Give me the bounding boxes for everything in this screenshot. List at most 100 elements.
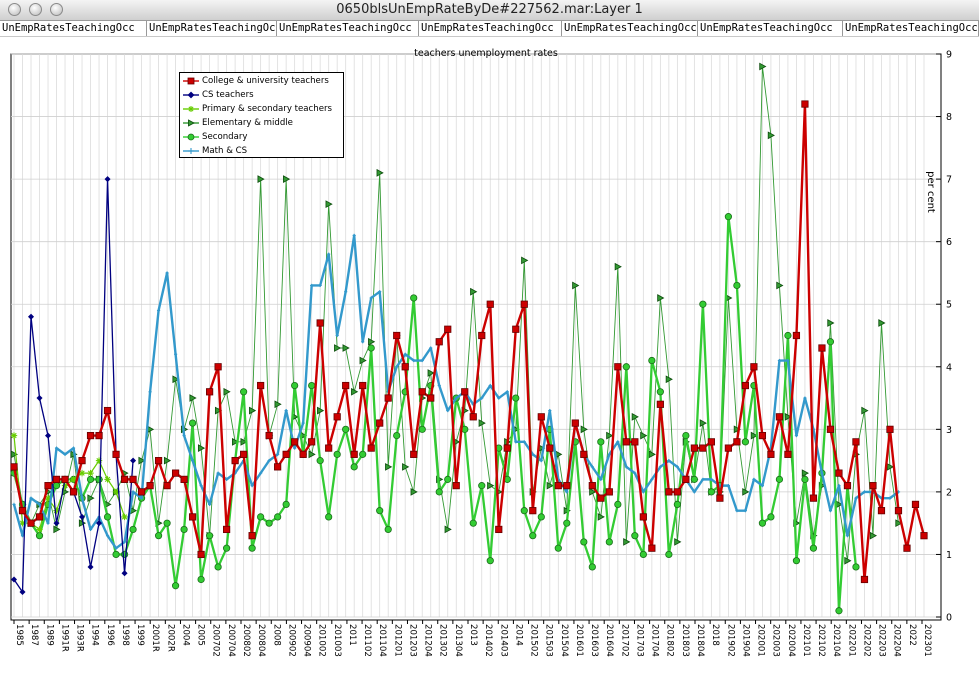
data-point [61, 475, 69, 483]
legend-swatch [183, 77, 199, 85]
data-point [801, 475, 809, 483]
data-point [512, 394, 520, 402]
layer-tab[interactable]: UnEmpRatesTeachingOcc [562, 21, 698, 36]
y-axis-label: per cent [925, 171, 936, 213]
y-tick-label: 5 [946, 300, 952, 311]
data-point [682, 475, 690, 483]
x-tick-label: 202101 [801, 624, 811, 657]
data-point [631, 438, 639, 446]
data-point [120, 475, 129, 483]
layer-tab[interactable]: UnEmpRatesTeachingOcc [698, 21, 843, 36]
data-point [758, 519, 767, 527]
legend-entry: Secondary [180, 130, 343, 144]
legend-entry: Elementary & middle [180, 116, 343, 130]
data-point [52, 475, 61, 483]
data-point [852, 563, 860, 571]
data-point [325, 444, 333, 452]
data-point [435, 338, 443, 346]
data-point [580, 538, 588, 546]
data-point [188, 419, 197, 427]
x-tick-label: 2008 [271, 624, 281, 646]
data-point [35, 532, 44, 540]
data-point [376, 419, 384, 427]
chart-canvas: 0 1 2 3 4 5 6 7 8 9 1985 1987 1989 1991R 1993R 1994 199… [10, 48, 952, 657]
data-point [44, 482, 52, 490]
data-point [95, 431, 103, 440]
layer-tab[interactable]: UnEmpRatesTeachingOcc [277, 21, 419, 36]
x-tick-label: 200804 [256, 624, 266, 657]
x-tick-label: 201804 [695, 624, 705, 657]
data-point [469, 519, 477, 527]
data-point [452, 482, 460, 490]
data-point [461, 388, 469, 396]
x-tick-label: 2011 [347, 624, 357, 646]
data-point [690, 475, 698, 483]
data-point [546, 444, 554, 452]
x-tick-label: 1991R [59, 624, 69, 652]
legend-label: Secondary [202, 132, 248, 142]
data-point [393, 431, 401, 440]
x-tick-label: 200902 [286, 624, 296, 657]
data-point [248, 532, 256, 540]
data-point [188, 513, 197, 521]
data-point [367, 444, 375, 452]
x-tick-label: 1996 [105, 624, 115, 646]
x-tick-label: 200704 [226, 624, 236, 657]
legend-label: Primary & secondary teachers [202, 104, 333, 114]
data-point [274, 463, 282, 471]
layer-tab[interactable]: UnEmpRatesTeachingOcc [0, 21, 147, 36]
data-point [171, 469, 180, 477]
data-point [520, 507, 528, 515]
data-point [563, 482, 571, 490]
data-point [554, 482, 562, 490]
x-tick-label: 200802 [241, 624, 251, 657]
x-tick-label: 201503 [544, 624, 554, 657]
legend-label: Math & CS [202, 146, 248, 156]
data-point [894, 507, 903, 515]
data-point [750, 363, 758, 371]
x-tick-label: 2001R [150, 624, 160, 652]
layer-tab[interactable]: UnEmpRatesTeachingOcc [843, 21, 979, 36]
data-point [10, 432, 18, 439]
data-point [18, 507, 27, 515]
data-point [784, 450, 792, 458]
data-point [588, 563, 596, 571]
data-point [682, 431, 690, 440]
x-tick-label: 201302 [438, 624, 448, 657]
data-point [673, 500, 681, 508]
data-point [248, 544, 256, 552]
data-point [605, 488, 613, 496]
x-tick-label: 202104 [831, 624, 841, 657]
data-point [104, 476, 111, 483]
legend-label: Elementary & middle [202, 118, 293, 128]
data-point [418, 388, 426, 396]
x-tick-label: 1999 [135, 624, 145, 646]
data-point [869, 482, 877, 490]
data-point [809, 544, 818, 552]
data-point [656, 388, 664, 396]
data-point [843, 482, 852, 490]
legend-swatch-marker [187, 77, 195, 85]
data-point [342, 425, 350, 433]
x-tick-label: 2018 [710, 624, 720, 646]
x-tick-label: 1998 [120, 624, 130, 646]
data-point [206, 388, 214, 396]
data-point [639, 550, 647, 559]
layer-tab[interactable]: UnEmpRatesTeachingOcc [419, 21, 562, 36]
x-tick-label: 201601 [574, 624, 584, 657]
x-tick-label: 201604 [604, 624, 614, 657]
data-point [129, 525, 137, 534]
data-point [920, 532, 928, 540]
x-tick-label: 201204 [423, 624, 433, 657]
x-tick-label: 201703 [634, 624, 644, 657]
data-point [78, 457, 86, 465]
legend-entry: CS teachers [180, 88, 343, 102]
data-point [699, 300, 707, 308]
data-point [146, 482, 154, 490]
data-point [180, 525, 188, 534]
data-point [350, 450, 358, 458]
data-point [197, 575, 205, 584]
data-point [665, 488, 673, 496]
layer-tab[interactable]: UnEmpRatesTeachingOcc [147, 21, 277, 36]
data-point [775, 475, 784, 483]
